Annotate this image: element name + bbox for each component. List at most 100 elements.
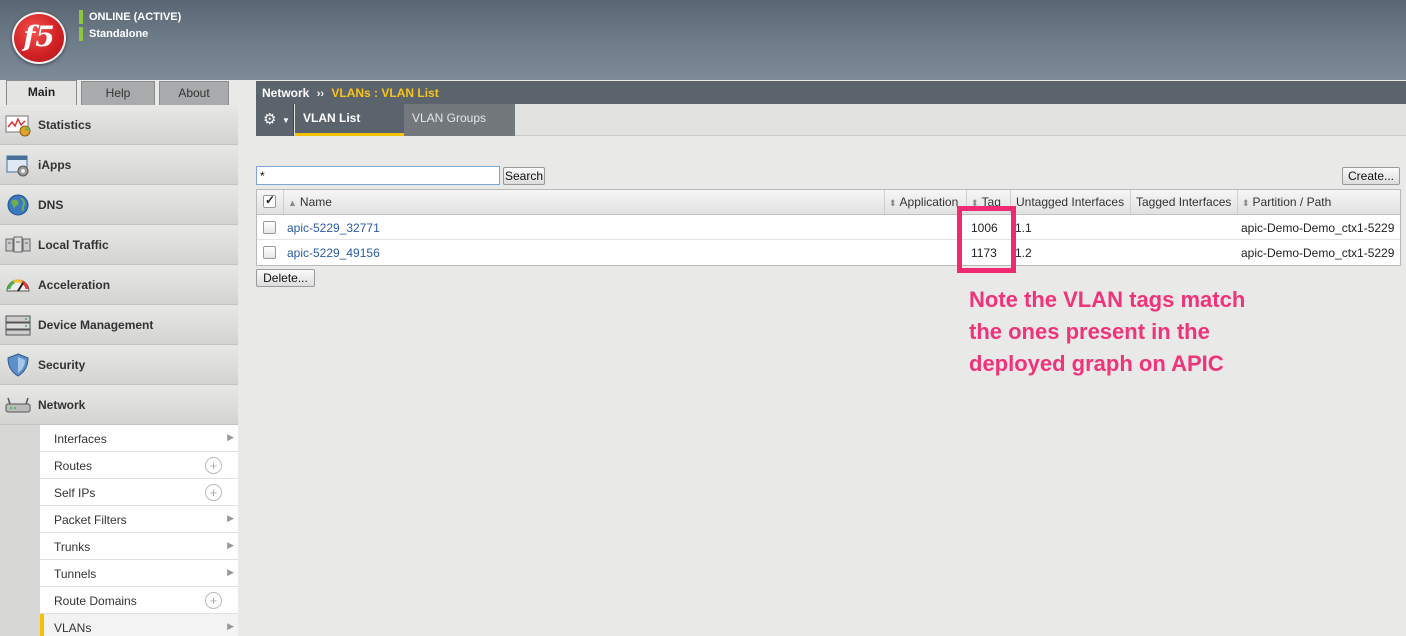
- chevron-right-icon: ▶: [227, 513, 234, 523]
- vlan-table: ▲Name ⬍Application ⬍Tag Untagged Interfa…: [256, 189, 1401, 266]
- subnav-label: Routes: [54, 459, 93, 473]
- sidebar-item-statistics[interactable]: Statistics: [0, 105, 238, 145]
- delete-button[interactable]: Delete...: [256, 269, 315, 287]
- f5-logo: f5: [12, 12, 66, 64]
- cell-partition: apic-Demo-Demo_ctx1-5229: [1241, 221, 1395, 235]
- breadcrumb-section[interactable]: Network: [262, 86, 309, 100]
- acceleration-gauge-icon: [5, 273, 31, 297]
- dns-globe-icon: [5, 193, 31, 217]
- sidebar-item-acceleration[interactable]: Acceleration: [0, 265, 238, 305]
- sidebar-item-label: Device Management: [38, 318, 154, 332]
- statistics-icon: [5, 113, 31, 137]
- column-header-label: Partition / Path: [1252, 195, 1332, 209]
- sidebar-item-label: DNS: [38, 198, 64, 212]
- sidebar-item-device-management[interactable]: Device Management: [0, 305, 238, 345]
- table-header: ▲Name ⬍Application ⬍Tag Untagged Interfa…: [257, 190, 1400, 215]
- sidebar-item-local-traffic[interactable]: Local Traffic: [0, 225, 238, 265]
- sort-icon: ⬍: [1242, 198, 1250, 208]
- tab-about[interactable]: About: [159, 81, 229, 106]
- select-all-checkbox[interactable]: [263, 193, 276, 208]
- subnav-vlans[interactable]: VLANs ▶: [40, 614, 238, 636]
- column-header-application[interactable]: ⬍ Application: [884, 190, 966, 214]
- sidebar-item-label: iApps: [38, 158, 72, 172]
- cell-untagged: 1.1: [1015, 221, 1032, 235]
- subnav-routes[interactable]: Routes +: [40, 452, 238, 479]
- breadcrumb-separator: ››: [316, 88, 325, 100]
- vlan-name-link[interactable]: apic-5229_49156: [287, 246, 380, 260]
- subnav-label: Interfaces: [54, 432, 107, 446]
- app-header: f5 ONLINE (ACTIVE) Standalone: [0, 0, 1406, 80]
- subnav-label: Packet Filters: [54, 513, 127, 527]
- sidebar-item-dns[interactable]: DNS: [0, 185, 238, 225]
- annotation-line: deployed graph on APIC: [969, 351, 1224, 376]
- subnav-self-ips[interactable]: Self IPs +: [40, 479, 238, 506]
- device-management-icon: [5, 313, 31, 337]
- sidebar-item-label: Local Traffic: [38, 238, 109, 252]
- row-checkbox[interactable]: [263, 221, 276, 234]
- subnav-label: VLANs: [54, 621, 92, 635]
- table-row: apic-5229_49156 1173 1.2 apic-Demo-Demo_…: [257, 240, 1400, 265]
- subnav-interfaces[interactable]: Interfaces ▶: [40, 425, 238, 452]
- tab-main[interactable]: Main: [6, 80, 77, 106]
- iapps-icon: [5, 153, 31, 177]
- chevron-right-icon: ▶: [227, 540, 234, 550]
- column-header-untagged: Untagged Interfaces: [1010, 190, 1130, 214]
- page-toolbar: ⚙ ▼ VLAN List VLAN Groups: [256, 104, 1406, 136]
- column-header-tagged: Tagged Interfaces: [1130, 190, 1237, 214]
- tab-help[interactable]: Help: [81, 81, 155, 106]
- sidebar-item-network[interactable]: Network: [0, 385, 238, 425]
- tab-vlan-list[interactable]: VLAN List: [295, 104, 404, 136]
- breadcrumb: Network ›› VLANs : VLAN List: [256, 81, 1406, 104]
- add-route-icon[interactable]: +: [205, 457, 222, 474]
- vlan-name-link[interactable]: apic-5229_32771: [287, 221, 380, 235]
- breadcrumb-current: VLANs : VLAN List: [331, 86, 439, 100]
- annotation-note: Note the VLAN tags match the ones presen…: [969, 284, 1309, 380]
- cell-partition: apic-Demo-Demo_ctx1-5229: [1241, 246, 1395, 260]
- column-header-label: Name: [299, 195, 332, 209]
- subnav-tunnels[interactable]: Tunnels ▶: [40, 560, 238, 587]
- subnav-label: Self IPs: [54, 486, 96, 500]
- sidebar-item-iapps[interactable]: iApps: [0, 145, 238, 185]
- sidebar-item-label: Network: [38, 398, 86, 412]
- subnav-label: Trunks: [54, 540, 91, 554]
- chevron-right-icon: ▶: [227, 621, 234, 631]
- sidebar-item-label: Acceleration: [38, 278, 111, 292]
- sidebar-item-label: Security: [38, 358, 86, 372]
- status-mode: Standalone: [79, 27, 148, 41]
- column-header-label: Application: [899, 195, 959, 209]
- gear-icon: ⚙: [263, 111, 277, 128]
- add-route-domain-icon[interactable]: +: [205, 592, 222, 609]
- create-button[interactable]: Create...: [1342, 167, 1400, 185]
- sidebar-item-label: Statistics: [38, 118, 92, 132]
- chevron-right-icon: ▶: [227, 567, 234, 577]
- subnav-trunks[interactable]: Trunks ▶: [40, 533, 238, 560]
- caret-down-icon: ▼: [282, 116, 290, 125]
- settings-menu-button[interactable]: ⚙ ▼: [256, 104, 294, 136]
- tag-highlight-box: [957, 206, 1016, 273]
- annotation-line: Note the VLAN tags match: [969, 287, 1246, 312]
- left-tab-bar: Main Help About: [0, 80, 238, 106]
- sort-asc-icon: ▲: [288, 198, 297, 208]
- subnav-label: Tunnels: [54, 567, 97, 581]
- column-header-name[interactable]: ▲ Name: [283, 190, 884, 214]
- table-row: apic-5229_32771 1006 1.1 apic-Demo-Demo_…: [257, 215, 1400, 240]
- column-header-partition[interactable]: ⬍ Partition / Path: [1237, 190, 1400, 214]
- local-traffic-icon: [5, 233, 31, 257]
- subnav-packet-filters[interactable]: Packet Filters ▶: [40, 506, 238, 533]
- chevron-right-icon: ▶: [227, 432, 234, 442]
- status-online: ONLINE (ACTIVE): [79, 10, 181, 24]
- add-self-ip-icon[interactable]: +: [205, 484, 222, 501]
- sort-icon: ⬍: [889, 198, 897, 208]
- network-router-icon: [5, 393, 31, 417]
- annotation-line: the ones present in the: [969, 319, 1210, 344]
- sidebar-item-security[interactable]: Security: [0, 345, 238, 385]
- cell-untagged: 1.2: [1015, 246, 1032, 260]
- tab-vlan-groups[interactable]: VLAN Groups: [404, 104, 515, 136]
- subnav-label: Route Domains: [54, 594, 137, 608]
- security-shield-icon: [5, 353, 31, 377]
- search-input[interactable]: [256, 166, 500, 185]
- search-button[interactable]: Search: [503, 167, 545, 185]
- subnav-route-domains[interactable]: Route Domains +: [40, 587, 238, 614]
- sidebar: Statistics iApps DNS Local Traffic Accel…: [0, 105, 238, 636]
- row-checkbox[interactable]: [263, 246, 276, 259]
